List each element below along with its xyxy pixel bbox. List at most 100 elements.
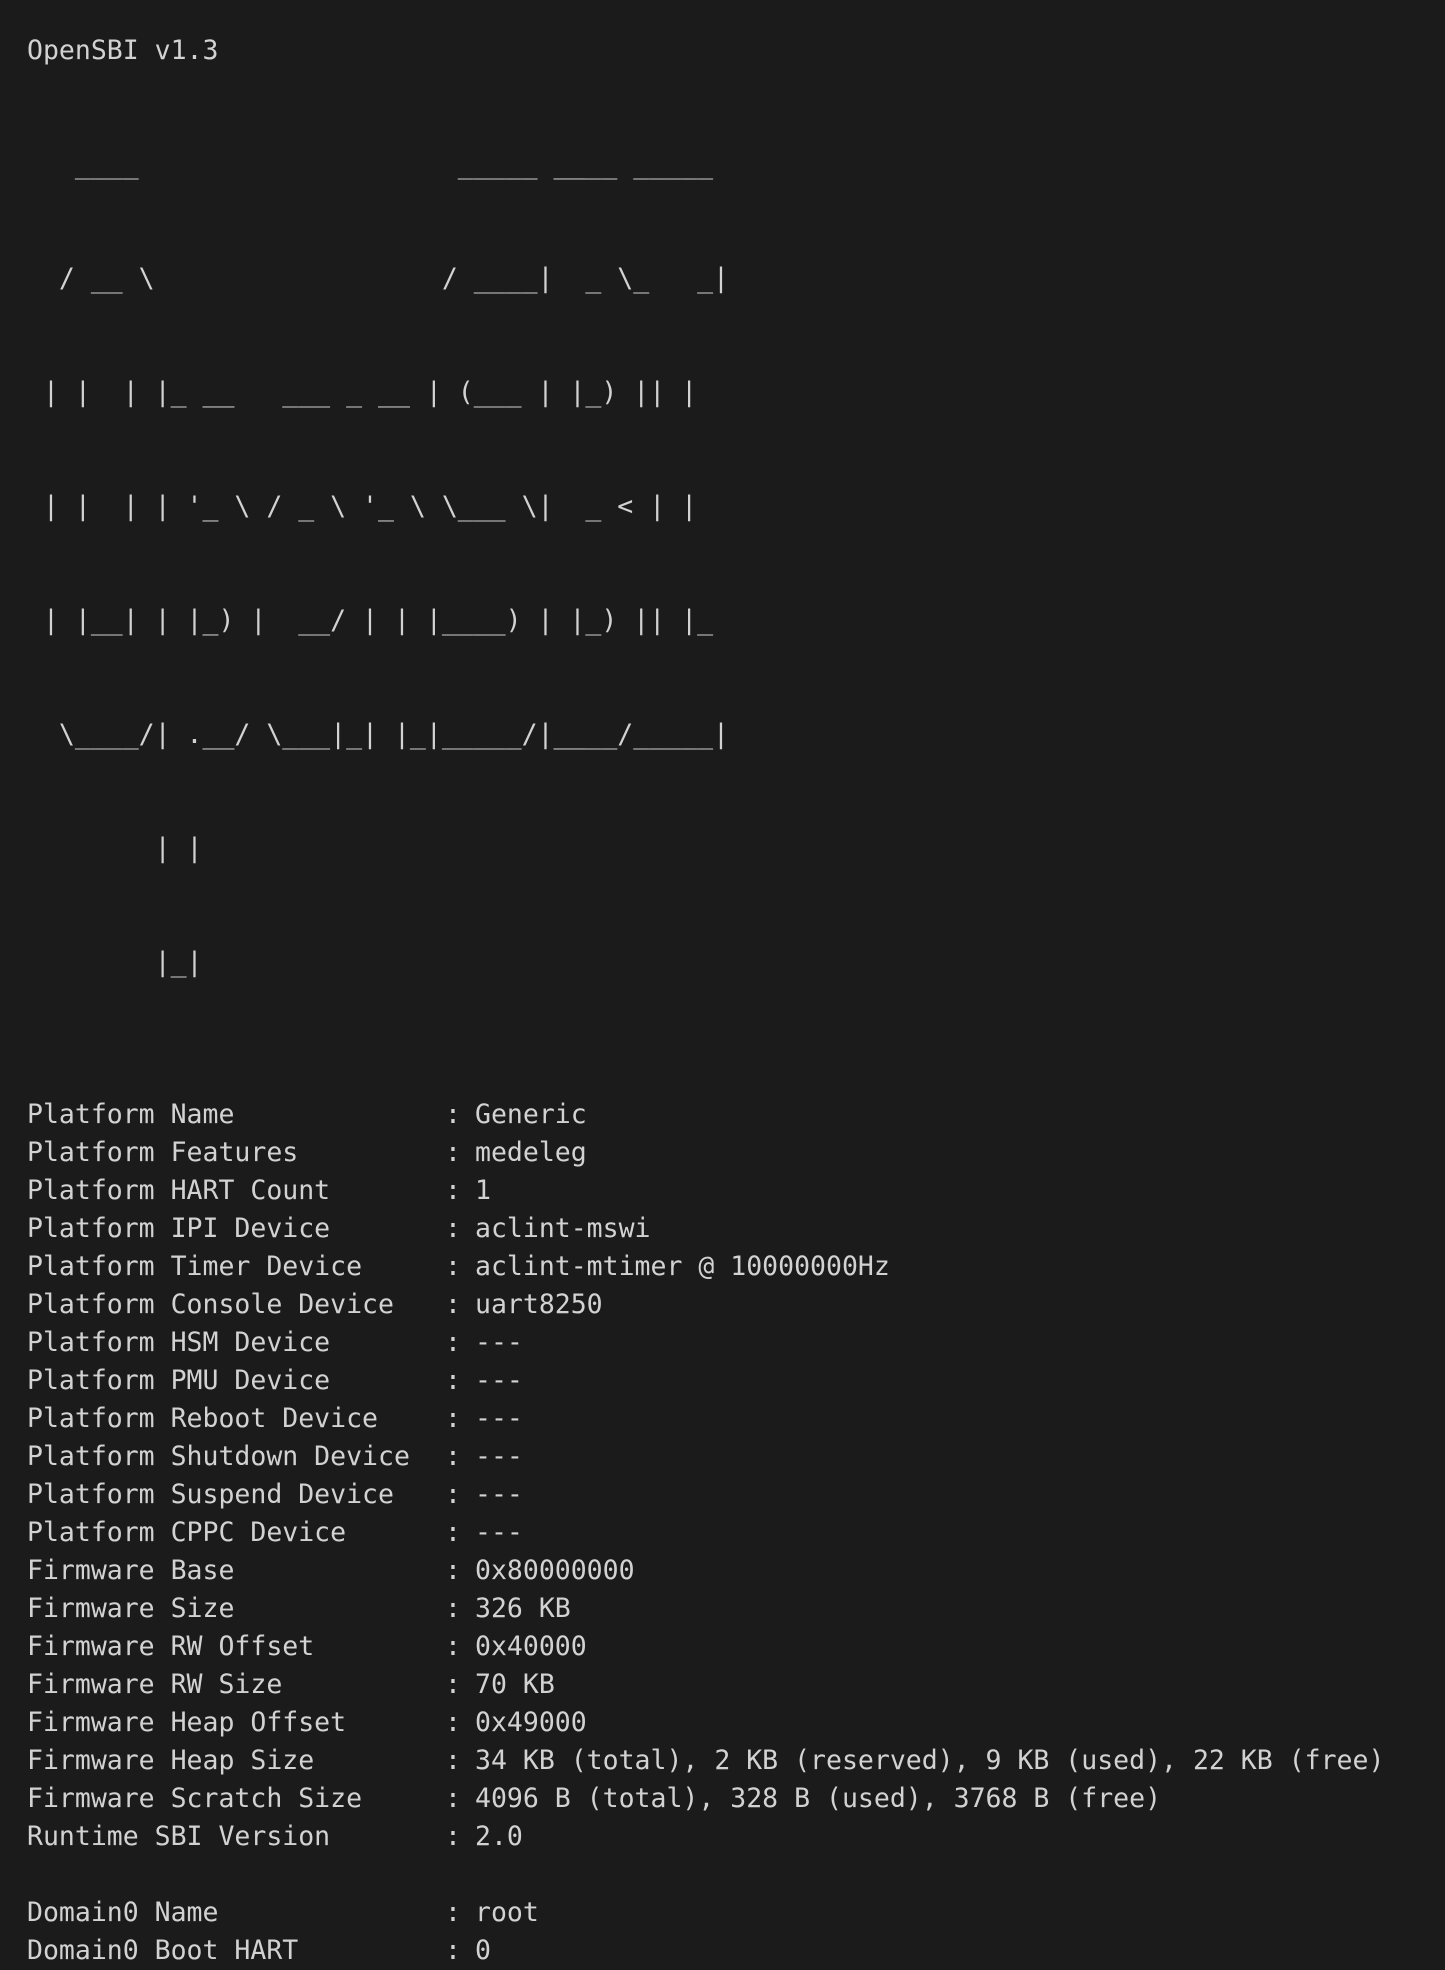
info-separator: : (445, 1441, 461, 1472)
opensbi-version-line: OpenSBI v1.3 (27, 35, 219, 66)
info-row: Firmware Size:326 KB (27, 1590, 1445, 1628)
info-value: --- (475, 1479, 523, 1510)
info-separator: : (445, 1555, 461, 1586)
logo-line: \____/| .__/ \___|_| |_|_____/|____/____… (27, 719, 729, 750)
info-key: Firmware RW Size (27, 1669, 283, 1700)
info-key: Firmware Scratch Size (27, 1783, 363, 1814)
info-value: 0x49000 (475, 1707, 587, 1738)
info-row: Platform PMU Device: --- (27, 1362, 1445, 1400)
info-key: Firmware Size (27, 1593, 235, 1624)
platform-info-block: Platform Name: Generic Platform Features: m… (27, 1096, 1445, 1856)
info-row: Platform Suspend Device: --- (27, 1476, 1445, 1514)
logo-line: | | (27, 833, 203, 864)
info-key: Platform PMU Device (27, 1365, 331, 1396)
info-key: Domain0 Name (27, 1897, 219, 1928)
info-value: aclint-mswi (475, 1213, 651, 1244)
info-value: --- (475, 1327, 523, 1358)
info-key: Platform Timer Device (27, 1251, 363, 1282)
info-separator: : (445, 1403, 461, 1434)
info-row: Platform Features: medeleg (27, 1134, 1445, 1172)
info-key: Platform Shutdown Device (27, 1441, 410, 1472)
logo-line: | | | |_ __ ___ _ __ | (___ | |_) || | (27, 377, 698, 408)
info-separator: : (445, 1783, 461, 1814)
logo-line: |_| (27, 947, 203, 978)
info-row: Platform Console Device: uart8250 (27, 1286, 1445, 1324)
info-separator: : (445, 1137, 461, 1168)
info-separator: : (445, 1289, 461, 1320)
domain-info-block: Domain0 Name: root Domain0 Boot HART:0 (27, 1894, 1445, 1970)
info-row: Firmware RW Size:70 KB (27, 1666, 1445, 1704)
info-value: --- (475, 1403, 523, 1434)
info-row: Platform Reboot Device: --- (27, 1400, 1445, 1438)
info-separator: : (445, 1669, 461, 1700)
info-separator: : (445, 1897, 461, 1928)
logo-line: / __ \ / ____| _ \_ _| (27, 263, 729, 294)
info-key: Firmware Heap Size (27, 1745, 315, 1776)
info-value: root (475, 1897, 539, 1928)
info-key: Platform HSM Device (27, 1327, 331, 1358)
info-value: 34 KB (total), 2 KB (reserved), 9 KB (us… (475, 1745, 1385, 1776)
info-key: Platform IPI Device (27, 1213, 331, 1244)
info-key: Platform Console Device (27, 1289, 394, 1320)
info-row: Domain0 Boot HART:0 (27, 1932, 1445, 1970)
info-separator: : (445, 1745, 461, 1776)
info-separator: : (445, 1365, 461, 1396)
info-value: uart8250 (475, 1289, 603, 1320)
info-value: --- (475, 1517, 523, 1548)
info-key: Platform Reboot Device (27, 1403, 378, 1434)
info-separator: : (445, 1213, 461, 1244)
info-row: Platform IPI Device: aclint-mswi (27, 1210, 1445, 1248)
info-key: Platform HART Count (27, 1175, 331, 1206)
info-key: Platform Suspend Device (27, 1479, 394, 1510)
info-row: Domain0 Name: root (27, 1894, 1445, 1932)
info-separator: : (445, 1517, 461, 1548)
logo-line: | |__| | |_) | __/ | | |____) | |_) || |… (27, 605, 714, 636)
info-key: Firmware RW Offset (27, 1631, 315, 1662)
info-separator: : (445, 1631, 461, 1662)
info-value: 0x80000000 (475, 1555, 635, 1586)
info-value: medeleg (475, 1137, 587, 1168)
info-key: Runtime SBI Version (27, 1821, 331, 1852)
info-row: Platform Name: Generic (27, 1096, 1445, 1134)
info-key: Platform CPPC Device (27, 1517, 347, 1548)
info-value: 4096 B (total), 328 B (used), 3768 B (fr… (475, 1783, 1162, 1814)
info-separator: : (445, 1251, 461, 1282)
info-value: 2.0 (475, 1821, 523, 1852)
logo-line: | | | | '_ \ / _ \ '_ \ \___ \| _ < | | (27, 491, 698, 522)
info-value: 0 (475, 1935, 491, 1966)
info-separator: : (445, 1707, 461, 1738)
logo-line: ____ _____ ____ _____ (27, 149, 714, 180)
info-row: Platform HART Count:1 (27, 1172, 1445, 1210)
info-value: aclint-mtimer @ 10000000Hz (475, 1251, 890, 1282)
terminal-output: OpenSBI v1.3 ____ _____ ____ _____ / __ … (27, 32, 1445, 1966)
info-separator: : (445, 1821, 461, 1852)
info-key: Firmware Heap Offset (27, 1707, 347, 1738)
info-value: 1 (475, 1175, 491, 1206)
info-row: Platform HSM Device: --- (27, 1324, 1445, 1362)
info-separator: : (445, 1593, 461, 1624)
info-separator: : (445, 1479, 461, 1510)
info-value: 326 KB (475, 1593, 571, 1624)
info-row: Platform CPPC Device: --- (27, 1514, 1445, 1552)
info-separator: : (445, 1099, 461, 1130)
info-row: Firmware Scratch Size:4096 B (total), 32… (27, 1780, 1445, 1818)
info-value: 0x40000 (475, 1631, 587, 1662)
info-value: --- (475, 1365, 523, 1396)
info-key: Domain0 Boot HART (27, 1935, 299, 1966)
info-row: Firmware RW Offset:0x40000 (27, 1628, 1445, 1666)
info-key: Platform Name (27, 1099, 235, 1130)
opensbi-ascii-logo: ____ _____ ____ _____ / __ \ / ____| _ \… (27, 70, 1445, 1058)
info-row: Platform Shutdown Device: --- (27, 1438, 1445, 1476)
info-value: 70 KB (475, 1669, 555, 1700)
info-key: Platform Features (27, 1137, 299, 1168)
info-separator: : (445, 1935, 461, 1966)
info-row: Platform Timer Device: aclint-mtimer @ 10… (27, 1248, 1445, 1286)
info-value: Generic (475, 1099, 587, 1130)
info-separator: : (445, 1327, 461, 1358)
info-value: --- (475, 1441, 523, 1472)
info-row: Firmware Heap Size:34 KB (total), 2 KB (… (27, 1742, 1445, 1780)
info-key: Firmware Base (27, 1555, 235, 1586)
info-row: Firmware Heap Offset:0x49000 (27, 1704, 1445, 1742)
